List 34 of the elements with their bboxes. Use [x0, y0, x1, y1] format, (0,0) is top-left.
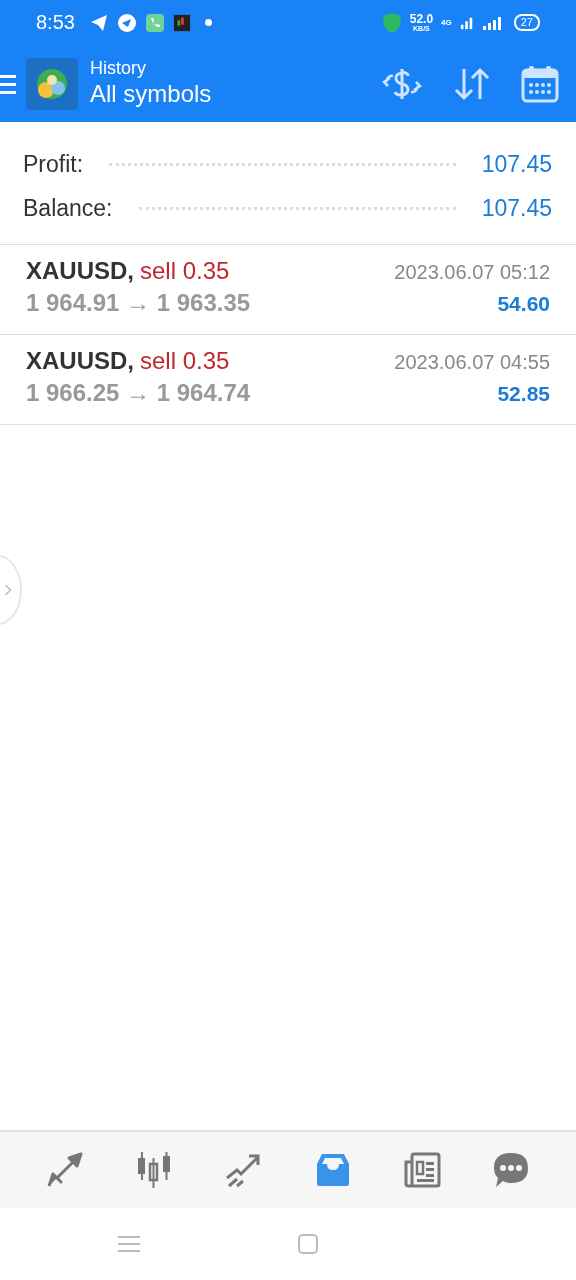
trade-action: sell 0.35 — [140, 257, 230, 285]
status-time: 8:53 — [36, 11, 75, 34]
app-logo-icon — [26, 57, 78, 110]
phone-icon — [144, 12, 165, 33]
trade-prices: 1 964.91 → 1 963.35 — [26, 289, 251, 317]
trade-time: 2023.06.07 04:55 — [394, 350, 550, 374]
trade-symbol: XAUUSD, — [26, 347, 134, 375]
summary-label: Profit: — [23, 150, 84, 178]
trade-profit: 52.85 — [497, 381, 550, 406]
recent-apps-icon[interactable] — [118, 1234, 141, 1254]
bird-icon — [116, 12, 137, 33]
trade-prices: 1 966.25 → 1 964.74 — [26, 379, 251, 407]
trade-time: 2023.06.07 05:12 — [394, 260, 550, 284]
notification-dot — [204, 19, 212, 26]
trade-profit: 54.60 — [497, 291, 550, 316]
network-speed: 52.0 — [409, 13, 434, 25]
summary-label: Balance: — [23, 194, 113, 222]
screen-title: History — [90, 58, 147, 80]
sort-icon[interactable] — [452, 65, 492, 102]
calendar-icon[interactable] — [520, 63, 560, 104]
signal-icon — [481, 15, 502, 30]
trade-symbol: XAUUSD, — [26, 257, 134, 285]
summary-value: 107.45 — [481, 194, 552, 222]
signal-icon — [459, 15, 474, 30]
network-type: 4G — [441, 18, 452, 27]
trade-row[interactable]: XAUUSD, sell 0.35 1 964.91 → 1 963.35 2023.06.07 05:12 54.60 — [0, 245, 576, 335]
app-icon — [172, 13, 191, 32]
home-icon[interactable] — [297, 1233, 319, 1255]
trade-action: sell 0.35 — [140, 347, 230, 375]
battery-level: 27 — [513, 14, 540, 31]
shield-icon — [381, 11, 402, 34]
summary-value: 107.45 — [481, 150, 552, 178]
symbol-filter[interactable]: All symbols — [90, 79, 352, 109]
trade-row[interactable]: XAUUSD, sell 0.35 1 966.25 → 1 964.74 2023.06.07 04:55 52.85 — [0, 335, 576, 425]
